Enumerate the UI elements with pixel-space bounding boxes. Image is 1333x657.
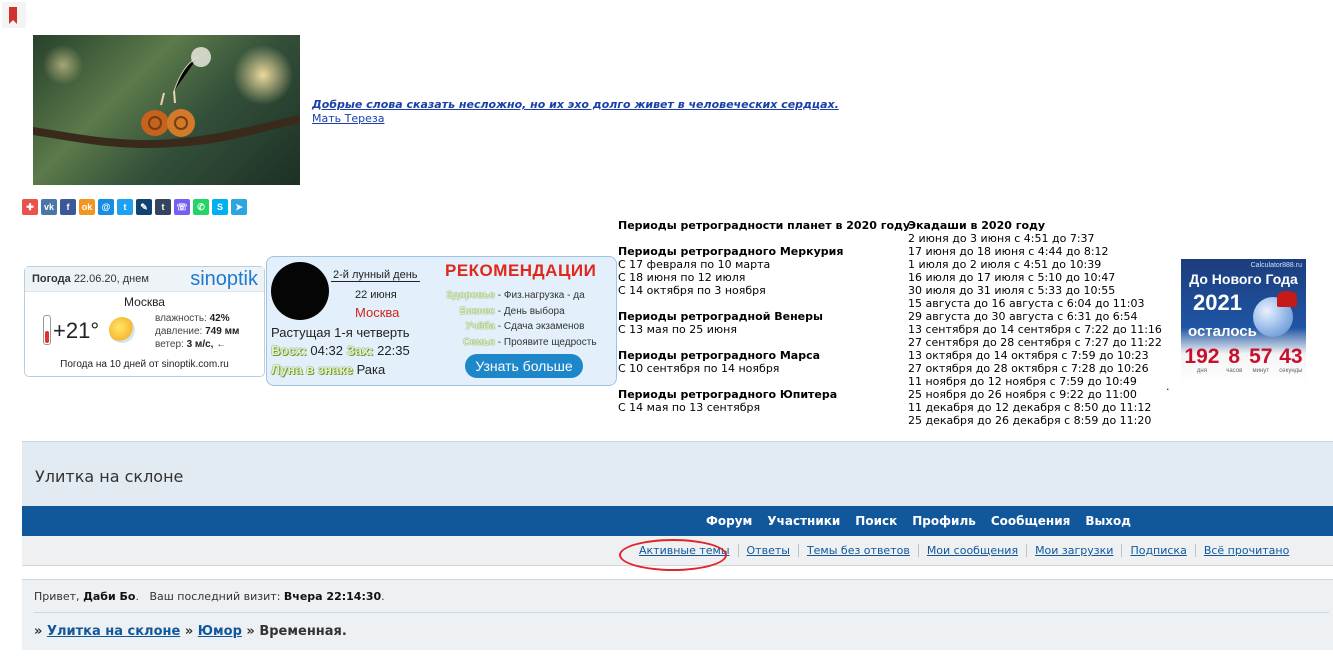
ekadashi-item: 15 августа до 16 августа с 6:04 до 11:03 (908, 297, 1145, 310)
nav-item[interactable]: Сообщения (991, 514, 1070, 528)
breadcrumb-current: Временная. (259, 624, 347, 639)
moimir-icon[interactable]: @ (98, 199, 114, 215)
moon-rise-set: Восх: 04:32 Зах: 22:35 (271, 343, 410, 358)
moon-sign: Луна в знаке Рака (271, 362, 386, 377)
quote-block: Добрые слова сказать несложно, но их эхо… (312, 98, 839, 125)
sinoptik-logo[interactable]: sinoptik (190, 268, 258, 291)
weather-details: влажность: 42% давление: 749 мм ветер: 3… (155, 313, 240, 350)
nav-item[interactable]: Профиль (912, 514, 976, 528)
subnav-link[interactable]: Мои сообщения (917, 544, 1026, 557)
nav-item[interactable]: Участники (767, 514, 840, 528)
breadcrumb-forum[interactable]: Улитка на склоне (47, 624, 180, 639)
recommendations-title: РЕКОМЕНДАЦИИ (445, 261, 597, 280)
subnav-link[interactable]: Ответы (737, 544, 798, 557)
subnav-link[interactable]: Всё прочитано (1194, 544, 1297, 557)
recommendation-item: Учёба - Сдача экзаменов (465, 321, 585, 332)
weather-header: Погода 22.06.20, днем sinoptik (25, 267, 264, 292)
ekadashi-item: 27 октября до 28 октября с 7:28 до 10:26 (908, 362, 1149, 375)
countdown-counter: 57 минут (1249, 345, 1273, 374)
viber-icon[interactable]: ☏ (174, 199, 190, 215)
facebook-icon[interactable]: f (60, 199, 76, 215)
subnav-link[interactable]: Темы без ответов (797, 544, 918, 557)
ekadashi-list: Экадаши в 2020 году 2 июня до 3 июня с 4… (908, 219, 1162, 427)
recommendation-item: Бизнес - День выбора (459, 305, 565, 317)
weather-widget[interactable]: Погода 22.06.20, днем sinoptik Москва +2… (24, 266, 265, 377)
username: Даби Бо (83, 590, 136, 603)
moon-city: Москва (355, 305, 400, 320)
bow-icon (1277, 291, 1297, 307)
telegram-icon[interactable]: ➤ (231, 199, 247, 215)
hero-image (33, 35, 300, 185)
ekadashi-item: 13 октября до 14 октября с 7:59 до 10:23 (908, 349, 1149, 362)
new-year-countdown[interactable]: Calculator888.ru До Нового Года 2021 ост… (1181, 259, 1306, 384)
moon-phase-icon (271, 262, 329, 320)
whatsapp-icon[interactable]: ✆ (193, 199, 209, 215)
ekadashi-item: 11 ноября до 12 ноября с 7:59 до 10:49 (908, 375, 1137, 388)
breadcrumb-humor[interactable]: Юмор (198, 624, 242, 639)
weather-date: 22.06.20, днем (73, 273, 149, 285)
retrograde-periods: Периоды ретроградности планет в 2020 год… (618, 219, 911, 414)
weather-temp: +21° (53, 318, 100, 343)
moon-date: 22 июня (355, 289, 397, 301)
nav-item[interactable]: Форум (706, 514, 752, 528)
nav-item[interactable]: Поиск (855, 514, 897, 528)
ekadashi-item: 13 сентября до 14 сентября с 7:22 до 11:… (908, 323, 1162, 336)
share-bookmark-icon[interactable]: ✚ (22, 199, 38, 215)
skype-icon[interactable]: S (212, 199, 228, 215)
ekadashi-item: 11 декабря до 12 декабря с 8:50 до 11:12 (908, 401, 1152, 414)
bookmark-icon[interactable] (2, 2, 26, 28)
quote-author[interactable]: Мать Тереза (312, 112, 839, 125)
vk-icon[interactable]: vk (41, 199, 57, 215)
forum-header: Улитка на склоне (22, 441, 1333, 507)
nav-item[interactable]: Выход (1085, 514, 1131, 528)
welcome-panel: Привет, Даби Бо. Ваш последний визит: Вч… (22, 579, 1333, 650)
highlight-oval (619, 539, 727, 571)
wind-arrow-icon: ← (216, 339, 227, 350)
twitter-icon[interactable]: t (117, 199, 133, 215)
learn-more-button[interactable]: Узнать больше (465, 354, 583, 378)
ekadashi-item: 2 июня до 3 июня с 4:51 до 7:37 (908, 232, 1095, 245)
ekadashi-item: 16 июля до 17 июля с 5:10 до 10:47 (908, 271, 1116, 284)
recommendation-item: Здоровье - Физ.нагрузка - да (446, 290, 585, 301)
quote-link[interactable]: Добрые слова сказать несложно, но их эхо… (312, 98, 839, 111)
subnav-link[interactable]: Мои загрузки (1026, 544, 1121, 557)
forum-title[interactable]: Улитка на склоне (35, 467, 183, 486)
lunar-day: 2-й лунный день (331, 269, 420, 282)
countdown-counter: 192 дня (1184, 345, 1220, 374)
thermometer-icon (43, 315, 51, 345)
countdown-counter: 43 секунды (1279, 345, 1303, 374)
greeting: Привет, Даби Бо. Ваш последний визит: Вч… (34, 590, 385, 603)
share-bar: ✚ vk f ok @ t ✎ t ☏ ✆ S ➤ (22, 199, 247, 215)
ekadashi-item: 25 декабря до 26 декабря с 8:59 до 11:20 (908, 414, 1152, 427)
subnav-link[interactable]: Подписка (1121, 544, 1194, 557)
ekadashi-item: 25 ноября до 26 ноября с 9:22 до 11:00 (908, 388, 1137, 401)
tumblr-icon[interactable]: t (155, 199, 171, 215)
weather-footer-link[interactable]: Погода на 10 дней от sinoptik.com.ru (25, 359, 264, 370)
countdown-counter: 8 часов (1226, 345, 1243, 374)
livejournal-icon[interactable]: ✎ (136, 199, 152, 215)
main-nav: Форум Участники Поиск Профиль Сообщения Выход (22, 506, 1333, 536)
ekadashi-item: 1 июля до 2 июля с 4:51 до 10:39 (908, 258, 1102, 271)
weather-label: Погода (32, 273, 71, 285)
recommendation-item: Семья - Проявите щедрость (462, 336, 597, 348)
moon-phase-text: Растущая 1-я четверть (271, 325, 410, 340)
ekadashi-item: 17 июня до 18 июня с 4:44 до 8:12 (908, 245, 1109, 258)
ekadashi-item: 27 сентября до 28 сентября с 7:27 до 11:… (908, 336, 1162, 349)
odnoklassniki-icon[interactable]: ok (79, 199, 95, 215)
partly-sunny-icon (109, 317, 135, 343)
moon-widget[interactable]: 2-й лунный день 22 июня Москва Растущая … (266, 256, 617, 386)
breadcrumb: » Улитка на склоне » Юмор » Временная. (34, 624, 347, 639)
ekadashi-item: 30 июля до 31 июля с 5:33 до 10:55 (908, 284, 1116, 297)
ekadashi-item: 29 августа до 30 августа с 6:31 до 6:54 (908, 310, 1138, 323)
weather-city: Москва (124, 295, 165, 309)
